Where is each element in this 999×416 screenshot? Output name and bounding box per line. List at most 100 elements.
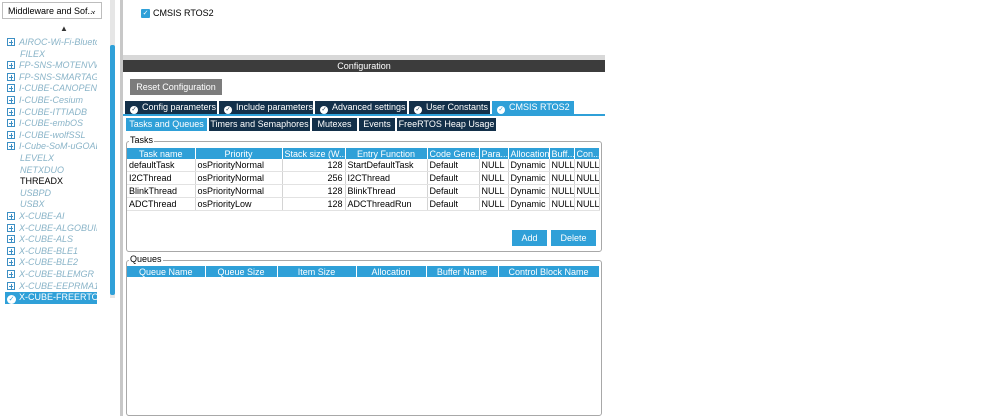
tree-item[interactable]: X-CUBE-BLE1 — [7, 246, 97, 257]
tab-advanced-settings[interactable]: ✓ Advanced settings — [315, 101, 407, 114]
tree-item[interactable]: X-CUBE-EEPRMA1 — [7, 281, 97, 292]
package-plus-icon — [7, 212, 15, 220]
tree-item-label: X-CUBE-BLE1 — [19, 245, 79, 256]
table-cell[interactable]: osPriorityNormal — [195, 171, 283, 185]
table-cell[interactable]: BlinkThread — [127, 184, 196, 198]
cmsis-rtos2-checkbox[interactable]: ✓ — [141, 9, 150, 18]
tree-item[interactable]: NETXDUO — [7, 165, 110, 176]
package-plus-icon — [7, 61, 15, 70]
tree-item[interactable]: USBPD — [7, 188, 110, 199]
table-row[interactable]: BlinkThread osPriorityNormal 128 BlinkThrea… — [127, 184, 600, 198]
table-cell[interactable]: I2CThread — [127, 171, 196, 185]
table-row[interactable]: I2CThread osPriorityNormal 256 I2CThread Def… — [127, 171, 600, 185]
tasks-column-header[interactable]: Con... — [574, 148, 600, 159]
tree-item[interactable]: THREADX — [7, 176, 110, 187]
tree-item[interactable]: X-CUBE-BLE2 — [7, 257, 97, 268]
table-cell[interactable]: Default — [427, 197, 480, 211]
tree-item[interactable]: X-CUBE-AI — [7, 211, 97, 222]
table-cell[interactable]: NULL — [549, 197, 575, 211]
table-cell[interactable]: NULL — [479, 171, 509, 185]
table-cell[interactable]: NULL — [574, 184, 600, 198]
queues-column-header[interactable]: Queue Name — [127, 266, 206, 277]
tab-cmsis-rtos2[interactable]: ✓ CMSIS RTOS2 — [492, 101, 574, 114]
tasks-column-header[interactable]: Code Gene... — [427, 148, 480, 159]
table-cell[interactable]: NULL — [574, 171, 600, 185]
tree-item[interactable]: I-CUBE-CANOPEN — [7, 83, 97, 94]
tab-user-constants[interactable]: ✓ User Constants — [409, 101, 490, 114]
tree-item[interactable]: FP-SNS-MOTENVW — [7, 60, 97, 71]
tab-config-parameters[interactable]: ✓ Config parameters — [125, 101, 217, 114]
table-cell[interactable]: NULL — [479, 197, 509, 211]
category-select[interactable]: Middleware and Sof... ⌄ — [2, 2, 102, 19]
table-cell[interactable]: NULL — [574, 197, 600, 211]
subtab-events[interactable]: Events — [359, 118, 395, 131]
tree-item[interactable]: FILEX — [7, 49, 110, 60]
table-cell[interactable]: Default — [427, 171, 480, 185]
table-cell[interactable]: NULL — [549, 159, 575, 172]
table-cell[interactable]: ADCThread — [127, 197, 196, 211]
table-cell[interactable]: osPriorityNormal — [195, 184, 283, 198]
table-cell[interactable]: StartDefaultTask — [345, 159, 428, 172]
tree-item[interactable]: AIROC-Wi-Fi-Bluetoo — [7, 37, 97, 48]
table-cell[interactable]: ADCThreadRun — [345, 197, 428, 211]
tasks-column-header[interactable]: Priority — [195, 148, 283, 159]
table-cell[interactable]: Default — [427, 159, 480, 172]
table-cell[interactable]: 128 — [282, 184, 346, 198]
table-cell[interactable]: I2CThread — [345, 171, 428, 185]
table-cell[interactable]: 128 — [282, 159, 346, 172]
tree-item[interactable]: I-CUBE-Cesium — [7, 95, 97, 106]
tasks-column-header[interactable]: Para... — [479, 148, 509, 159]
table-cell[interactable]: NULL — [479, 159, 509, 172]
tree-item[interactable]: I-CUBE-ITTIADB — [7, 107, 97, 118]
tree-item[interactable]: X-CUBE-ALS — [7, 234, 97, 245]
tasks-column-header[interactable]: Buff... — [549, 148, 575, 159]
table-row[interactable]: ADCThread osPriorityLow 128 ADCThreadRun Def… — [127, 197, 600, 211]
table-cell[interactable]: NULL — [549, 184, 575, 198]
subtab-timers-and-semaphores[interactable]: Timers and Semaphores — [209, 118, 310, 131]
tasks-column-header[interactable]: Stack size (W... — [282, 148, 346, 159]
queues-column-header[interactable]: Queue Size — [205, 266, 278, 277]
tree-item[interactable]: ✓ X-CUBE-FREERTOS — [5, 292, 97, 305]
table-cell[interactable]: defaultTask — [127, 159, 196, 172]
table-cell[interactable]: Default — [427, 184, 480, 198]
table-cell[interactable]: 128 — [282, 197, 346, 211]
table-cell[interactable]: NULL — [479, 184, 509, 198]
table-cell[interactable]: Dynamic — [508, 171, 550, 185]
tree-item[interactable]: X-CUBE-ALGOBUIL — [7, 223, 97, 234]
sort-icon[interactable]: ▲ — [60, 24, 68, 34]
table-cell[interactable]: Dynamic — [508, 197, 550, 211]
tasks-column-header[interactable]: Task name — [127, 148, 196, 159]
queues-group — [126, 260, 602, 416]
queues-column-header[interactable]: Allocation — [356, 266, 427, 277]
tasks-column-header[interactable]: Allocation — [508, 148, 550, 159]
table-cell[interactable]: NULL — [549, 171, 575, 185]
table-cell[interactable]: osPriorityLow — [195, 197, 283, 211]
tab-include-parameters[interactable]: ✓ Include parameters — [219, 101, 313, 114]
queues-column-header[interactable]: Control Block Name — [498, 266, 600, 277]
tasks-column-header[interactable]: Entry Function — [345, 148, 428, 159]
queues-column-header[interactable]: Item Size — [277, 266, 357, 277]
queues-column-header[interactable]: Buffer Name — [426, 266, 499, 277]
tree-scrollbar-thumb[interactable] — [110, 45, 115, 295]
subtab-mutexes[interactable]: Mutexes — [312, 118, 357, 131]
add-task-button[interactable]: Add — [512, 230, 547, 246]
tree-item[interactable]: FP-SNS-SMARTAG2 — [7, 72, 97, 83]
subtab-tasks-and-queues[interactable]: Tasks and Queues — [126, 118, 207, 131]
table-cell[interactable]: osPriorityNormal — [195, 159, 283, 172]
reset-configuration-button[interactable]: Reset Configuration — [130, 79, 222, 95]
queues-table: Queue Name Queue Size Item Size Allocation B… — [127, 266, 600, 277]
table-row[interactable]: defaultTask osPriorityNormal 128 StartDefau… — [127, 159, 600, 172]
delete-task-button[interactable]: Delete — [551, 230, 596, 246]
table-cell[interactable]: BlinkThread — [345, 184, 428, 198]
tree-item[interactable]: I-Cube-SoM-uGOAL — [7, 141, 97, 152]
tree-item[interactable]: I-CUBE-wolfSSL — [7, 130, 97, 141]
tree-item[interactable]: USBX — [7, 199, 110, 210]
table-cell[interactable]: Dynamic — [508, 159, 550, 172]
tree-item[interactable]: X-CUBE-BLEMGR — [7, 269, 97, 280]
subtab-freertos-heap-usage[interactable]: FreeRTOS Heap Usage — [397, 118, 496, 131]
tree-item[interactable]: I-CUBE-embOS — [7, 118, 97, 129]
tree-item[interactable]: LEVELX — [7, 153, 110, 164]
table-cell[interactable]: Dynamic — [508, 184, 550, 198]
table-cell[interactable]: 256 — [282, 171, 346, 185]
table-cell[interactable]: NULL — [574, 159, 600, 172]
